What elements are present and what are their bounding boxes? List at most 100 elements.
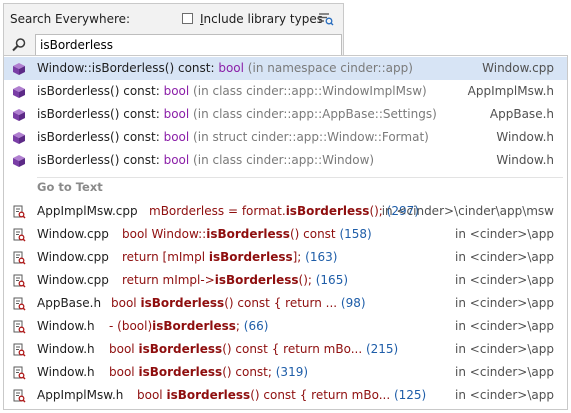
text-file-search-icon bbox=[13, 274, 26, 288]
snippet-after: (); bbox=[298, 273, 312, 287]
method-cube-icon bbox=[13, 155, 25, 167]
symbol-return-type: bool bbox=[163, 107, 190, 121]
symbol-return-type: bool bbox=[218, 61, 244, 75]
text-result-snippet: return [mImpl isBorderless]; (163) bbox=[122, 250, 337, 264]
results-list: Window::isBorderless() const: bool (in n… bbox=[3, 55, 568, 410]
text-result-row[interactable]: AppBase.h bool isBorderless() const { ret… bbox=[4, 292, 567, 315]
symbol-result-row[interactable]: Window::isBorderless() const: bool (in n… bbox=[4, 57, 567, 80]
snippet-before: return mImpl-> bbox=[122, 273, 215, 287]
text-result-row[interactable]: Window.h bool isBorderless() const { retu… bbox=[4, 338, 567, 361]
symbol-result-row[interactable]: isBorderless() const: bool (in struct ci… bbox=[4, 126, 567, 149]
snippet-after: () const bbox=[289, 227, 336, 241]
text-result-snippet: bool isBorderless() const { return mBo..… bbox=[109, 342, 398, 356]
snippet-match: isBorderless bbox=[285, 204, 370, 218]
snippet-match: isBorderless bbox=[138, 365, 223, 379]
symbol-name: isBorderless bbox=[37, 107, 111, 121]
snippet-match: isBorderless bbox=[166, 388, 251, 402]
snippet-before: bool bbox=[109, 365, 139, 379]
symbol-text: isBorderless() const: bool (in class cin… bbox=[37, 84, 427, 98]
text-result-path: in <cinder>\cinder\app\msw bbox=[381, 204, 554, 218]
text-result-row[interactable]: Window.h - (bool)isBorderless; (66) in <ci… bbox=[4, 315, 567, 338]
text-result-file: Window.cpp bbox=[37, 273, 109, 287]
text-result-path: in <cinder>\app bbox=[455, 273, 554, 287]
snippet-before: mBorderless = format. bbox=[149, 204, 286, 218]
snippet-match: isBorderless bbox=[214, 273, 299, 287]
snippet-after: () const { return mBo... bbox=[250, 388, 391, 402]
symbol-file: Window.h bbox=[496, 130, 554, 144]
symbol-result-row[interactable]: isBorderless() const: bool (in class cin… bbox=[4, 149, 567, 172]
method-cube-icon bbox=[13, 86, 25, 98]
snippet-match: isBorderless bbox=[152, 319, 236, 333]
text-result-row[interactable]: Window.cpp return [mImpl isBorderless]; (… bbox=[4, 246, 567, 269]
symbol-file: AppImplMsw.h bbox=[467, 84, 554, 98]
snippet-before: return [mImpl bbox=[122, 250, 209, 264]
symbol-file: Window.cpp bbox=[482, 61, 554, 75]
text-file-search-icon bbox=[13, 389, 26, 403]
text-result-row[interactable]: AppImplMsw.cpp mBorderless = format.isBor… bbox=[4, 200, 567, 223]
symbol-result-row[interactable]: isBorderless() const: bool (in class cin… bbox=[4, 80, 567, 103]
text-result-snippet: bool isBorderless() const { return mBo..… bbox=[137, 388, 426, 402]
text-file-search-icon bbox=[13, 320, 26, 334]
text-result-row[interactable]: AppImplMsw.h bool isBorderless() const { … bbox=[4, 384, 567, 407]
method-cube-icon bbox=[13, 63, 25, 75]
text-result-row[interactable]: Window.cpp bool Window::isBorderless() co… bbox=[4, 223, 567, 246]
symbol-context: (in class cinder::app::Window) bbox=[189, 153, 375, 167]
symbol-signature: () const: bbox=[164, 61, 219, 75]
snippet-before: bool bbox=[109, 342, 139, 356]
snippet-line-number: (98) bbox=[337, 296, 366, 310]
text-file-search-icon bbox=[13, 366, 26, 380]
snippet-before: bool Window:: bbox=[122, 227, 207, 241]
symbol-result-row[interactable]: isBorderless() const: bool (in class cin… bbox=[4, 103, 567, 126]
snippet-line-number: (125) bbox=[390, 388, 427, 402]
symbol-name: isBorderless bbox=[37, 153, 111, 167]
search-input[interactable] bbox=[35, 34, 342, 56]
text-result-row[interactable]: Window.h bool isBorderless() const; (319)… bbox=[4, 361, 567, 384]
text-result-path: in <cinder>\app bbox=[455, 227, 554, 241]
symbol-signature: () const: bbox=[110, 153, 164, 167]
snippet-after: () const; bbox=[222, 365, 272, 379]
text-result-file: Window.h bbox=[37, 319, 95, 333]
symbol-text: isBorderless() const: bool (in class cin… bbox=[37, 153, 374, 167]
snippet-match: isBorderless bbox=[206, 227, 290, 241]
snippet-line-number: (165) bbox=[311, 273, 349, 287]
search-everywhere-header: Search Everywhere: Include library types bbox=[3, 3, 344, 56]
symbol-text: isBorderless() const: bool (in struct ci… bbox=[37, 130, 429, 144]
text-result-file: AppBase.h bbox=[37, 296, 102, 310]
filter-icon[interactable] bbox=[318, 12, 334, 26]
text-result-path: in <cinder>\app bbox=[455, 342, 554, 356]
text-result-path: in <cinder>\app bbox=[455, 319, 554, 333]
snippet-line-number: (158) bbox=[335, 227, 372, 241]
text-result-file: Window.h bbox=[37, 365, 95, 379]
search-title: Search Everywhere: bbox=[10, 12, 131, 26]
text-result-file: Window.h bbox=[37, 342, 95, 356]
snippet-match: isBorderless bbox=[208, 250, 293, 264]
text-file-search-icon bbox=[13, 251, 26, 265]
include-library-label[interactable]: Include library types bbox=[200, 12, 323, 26]
symbol-return-type: bool bbox=[163, 84, 190, 98]
snippet-after: () const { return ... bbox=[224, 296, 338, 310]
text-file-search-icon bbox=[13, 343, 26, 357]
symbol-context: (in struct cinder::app::Window::Format) bbox=[189, 130, 429, 144]
text-result-file: Window.cpp bbox=[37, 227, 109, 241]
symbol-context: (in class cinder::app::AppBase::Settings… bbox=[189, 107, 437, 121]
symbol-return-type: bool bbox=[163, 153, 190, 167]
search-icon bbox=[12, 38, 26, 52]
include-library-text: nclude library types bbox=[203, 12, 323, 26]
snippet-match: isBorderless bbox=[138, 342, 223, 356]
snippet-line-number: (215) bbox=[362, 342, 399, 356]
symbol-name: isBorderless bbox=[37, 130, 111, 144]
symbol-signature: () const: bbox=[110, 130, 164, 144]
snippet-before: - (bool) bbox=[109, 319, 153, 333]
snippet-line-number: (66) bbox=[239, 319, 269, 333]
text-result-file: Window.cpp bbox=[37, 250, 109, 264]
section-divider bbox=[37, 177, 563, 178]
symbol-name: isBorderless bbox=[37, 84, 111, 98]
symbol-context: (in class cinder::app::WindowImplMsw) bbox=[189, 84, 427, 98]
text-result-snippet: mBorderless = format.isBorderless(); (29… bbox=[149, 204, 419, 218]
text-file-search-icon bbox=[13, 228, 26, 242]
text-file-search-icon bbox=[13, 205, 26, 219]
text-result-row[interactable]: Window.cpp return mImpl->isBorderless(); … bbox=[4, 269, 567, 292]
include-library-checkbox[interactable] bbox=[182, 13, 193, 24]
text-result-path: in <cinder>\app bbox=[455, 365, 554, 379]
text-result-snippet: bool isBorderless() const { return ... (… bbox=[111, 296, 366, 310]
